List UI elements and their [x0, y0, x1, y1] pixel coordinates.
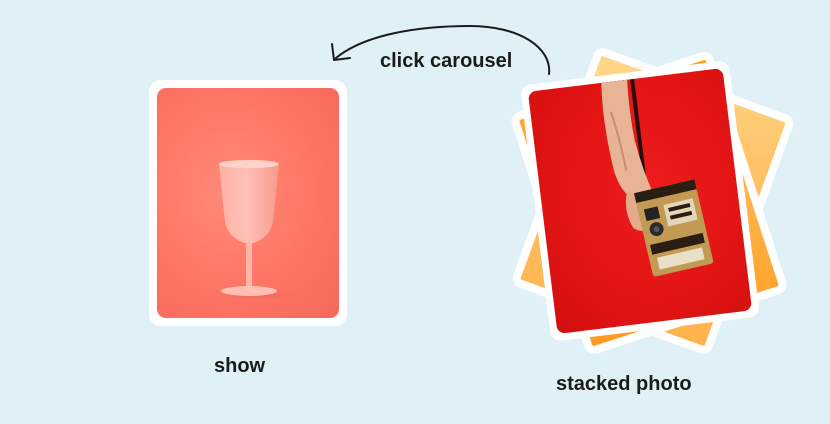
wine-glass-photo: [157, 88, 339, 318]
stack-card-front[interactable]: [520, 60, 760, 342]
show-label: show: [214, 355, 266, 377]
stacked-photo-label: stacked photo: [556, 373, 692, 395]
click-carousel-label: click carousel: [380, 50, 513, 72]
stage: show click carousel stacked photo: [0, 0, 830, 424]
instant-camera-icon: [601, 78, 714, 277]
camera-photo: [527, 67, 753, 335]
show-card[interactable]: [149, 80, 347, 326]
wine-glass-icon: [211, 160, 299, 300]
stacked-photo-carousel[interactable]: [505, 45, 805, 360]
